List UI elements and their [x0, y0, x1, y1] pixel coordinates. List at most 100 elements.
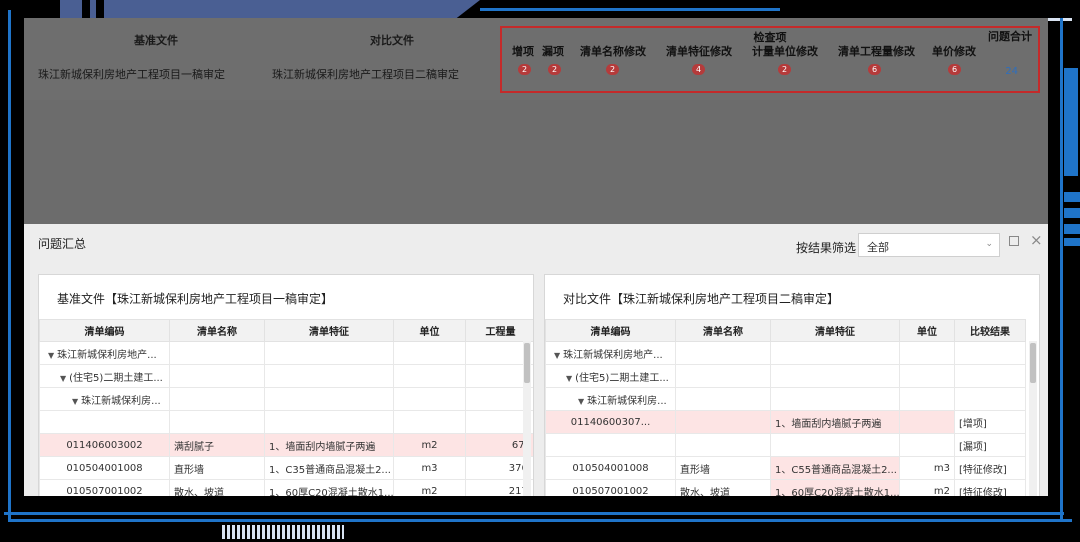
check-col-label: 增项 — [512, 45, 534, 58]
check-total-label: 问题合计 — [988, 30, 1032, 43]
column-header[interactable]: 工程量 — [465, 319, 533, 342]
table-row[interactable]: ▼ 珠江新城保利房地产... — [39, 341, 533, 365]
tree-node-label: 珠江新城保利房地产... — [563, 349, 663, 361]
cell-code: 010507001002 — [39, 479, 170, 496]
cell-result: [特征修改] — [954, 456, 1026, 480]
table-row[interactable]: [漏项] — [545, 433, 1026, 457]
caret-down-icon[interactable]: ▼ — [554, 351, 560, 360]
count-badge[interactable]: 6 — [868, 64, 881, 75]
table-row[interactable]: ▼ 珠江新城保利房... — [39, 387, 533, 411]
cell-name: 直形墙 — [169, 456, 265, 480]
tree-node-label: (住宅5)二期土建工... — [575, 372, 669, 384]
compare-file-table: 清单编码 清单名称 清单特征 单位 比较结果 ▼ 珠江新城保利房地产... ▼ (住… — [545, 319, 1026, 496]
compare-file-panel: 对比文件【珠江新城保利房地产工程项目二稿审定】 清单编码 清单名称 清单特征 单… — [544, 274, 1040, 496]
column-header[interactable]: 单位 — [899, 319, 955, 342]
table-row[interactable]: ▼ (住宅5)二期土建工... — [39, 364, 533, 388]
cell-name — [675, 410, 771, 434]
frame-bottom-line — [4, 512, 1064, 515]
issue-summary-dialog: 问题汇总 按结果筛选 全部 ⌄ × 基准文件【珠江新城保利房地产工程项目一稿审定… — [24, 224, 1048, 496]
cell-unit — [899, 433, 955, 457]
tree-node-label: 珠江新城保利房地产... — [57, 349, 157, 361]
table-row[interactable]: 010507001002 散水、坡道 1、60厚C20混凝土散水1... m2 … — [39, 479, 533, 496]
cell-result: [漏项] — [954, 433, 1026, 457]
column-header[interactable]: 清单编码 — [39, 319, 170, 342]
table-header-row: 清单编码 清单名称 清单特征 单位 比较结果 — [545, 319, 1026, 342]
column-header[interactable]: 比较结果 — [954, 319, 1026, 342]
table-row[interactable]: 010504001008 直形墙 1、C35普通商品混凝土2... m3 376… — [39, 456, 533, 480]
bg-cell-base: 珠江新城保利房地产工程项目一稿审定 — [38, 68, 225, 81]
table-row[interactable]: 011406003002 满刮腻子 1、墙面刮内墙腻子两遍 m2 676 — [39, 433, 533, 457]
column-header[interactable]: 清单名称 — [675, 319, 771, 342]
caret-down-icon[interactable]: ▼ — [72, 397, 78, 406]
check-total-value[interactable]: 24 — [1005, 66, 1018, 77]
chevron-down-icon: ⌄ — [985, 239, 993, 249]
tree-node-label: (住宅5)二期土建工... — [69, 372, 163, 384]
caret-down-icon[interactable]: ▼ — [60, 374, 66, 383]
count-badge[interactable]: 2 — [548, 64, 561, 75]
table-row[interactable]: 010507001002 散水、坡道 1、60厚C20混凝土散水1... m2 … — [545, 479, 1026, 496]
column-header[interactable]: 单位 — [393, 319, 466, 342]
frame-top-line — [480, 8, 780, 11]
check-col-label: 单价修改 — [932, 45, 976, 58]
compare-panel-title: 对比文件【珠江新城保利房地产工程项目二稿审定】 — [563, 292, 840, 306]
column-header[interactable]: 清单编码 — [545, 319, 676, 342]
caret-down-icon[interactable]: ▼ — [48, 351, 54, 360]
cell-result: [增项] — [954, 410, 1026, 434]
dialog-title: 问题汇总 — [38, 237, 87, 251]
count-badge[interactable]: 2 — [518, 64, 531, 75]
cell-feature: 1、60厚C20混凝土散水1... — [770, 479, 900, 496]
bg-header-base: 基准文件 — [134, 34, 178, 47]
caret-down-icon[interactable]: ▼ — [578, 397, 584, 406]
vertical-scrollbar[interactable] — [1029, 341, 1037, 496]
table-row[interactable]: 010504001008 直形墙 1、C55普通商品混凝土2... m3 [特征… — [545, 456, 1026, 480]
cell-unit: m2 — [393, 479, 466, 496]
bottom-decor-ticks — [222, 525, 344, 539]
count-badge[interactable]: 4 — [692, 64, 705, 75]
count-badge[interactable]: 2 — [606, 64, 619, 75]
cell-unit: m3 — [393, 456, 466, 480]
check-col-label: 清单工程量修改 — [838, 45, 915, 58]
table-row[interactable] — [39, 410, 533, 434]
cell-unit — [899, 410, 955, 434]
maximize-icon[interactable] — [1009, 236, 1019, 246]
cell-name: 散水、坡道 — [169, 479, 265, 496]
cell-feature: 1、C35普通商品混凝土2... — [264, 456, 394, 480]
check-col-label: 清单特征修改 — [666, 45, 732, 58]
filter-value: 全部 — [867, 241, 889, 254]
cell-name: 散水、坡道 — [675, 479, 771, 496]
check-col-label: 计量单位修改 — [752, 45, 818, 58]
column-header[interactable]: 清单名称 — [169, 319, 265, 342]
filter-label: 按结果筛选 — [796, 241, 857, 255]
cell-code: 010507001002 — [545, 479, 676, 496]
app-screen: 基准文件 对比文件 珠江新城保利房地产工程项目一稿审定 珠江新城保利房地产工程项… — [24, 18, 1048, 496]
screenshot-stage: 基准文件 对比文件 珠江新城保利房地产工程项目一稿审定 珠江新城保利房地产工程项… — [0, 0, 1080, 542]
cell-code — [545, 433, 676, 457]
column-header[interactable]: 清单特征 — [264, 319, 394, 342]
close-icon[interactable]: × — [1030, 231, 1043, 249]
cell-feature — [770, 433, 900, 457]
cell-name: 满刮腻子 — [169, 433, 265, 457]
table-row[interactable]: 01140600307... 1、墙面刮内墙腻子两遍 [增项] — [545, 410, 1026, 434]
cell-code: 010504001008 — [39, 456, 170, 480]
count-badge[interactable]: 2 — [778, 64, 791, 75]
cell-unit: m2 — [393, 433, 466, 457]
cell-feature: 1、C55普通商品混凝土2... — [770, 456, 900, 480]
table-row[interactable]: ▼ 珠江新城保利房... — [545, 387, 1026, 411]
cell-name — [675, 433, 771, 457]
cell-unit: m2 — [899, 479, 955, 496]
cell-code: 011406003002 — [39, 433, 170, 457]
vertical-scrollbar[interactable] — [523, 341, 531, 496]
cell-feature: 1、墙面刮内墙腻子两遍 — [264, 433, 394, 457]
bg-cell-compare: 珠江新城保利房地产工程项目二稿审定 — [272, 68, 459, 81]
tree-node-label: 珠江新城保利房... — [587, 395, 667, 407]
table-row[interactable]: ▼ 珠江新城保利房地产... — [545, 341, 1026, 365]
cell-feature: 1、60厚C20混凝土散水1... — [264, 479, 394, 496]
table-header-row: 清单编码 清单名称 清单特征 单位 工程量 — [39, 319, 533, 342]
count-badge[interactable]: 6 — [948, 64, 961, 75]
table-row[interactable]: ▼ (住宅5)二期土建工... — [545, 364, 1026, 388]
caret-down-icon[interactable]: ▼ — [566, 374, 572, 383]
cell-result: [特征修改] — [954, 479, 1026, 496]
column-header[interactable]: 清单特征 — [770, 319, 900, 342]
result-filter-select[interactable]: 全部 ⌄ — [858, 233, 1000, 257]
cell-unit: m3 — [899, 456, 955, 480]
